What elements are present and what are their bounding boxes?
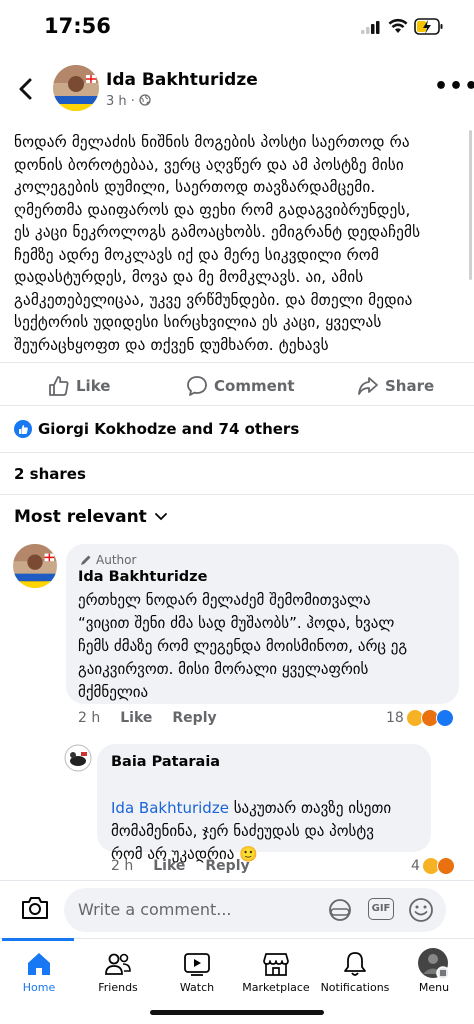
reactions-summary[interactable]: Giorgi Kokhodze and 74 others [14,420,299,438]
post-header: Ida Bakhturidze 3 h · ••• [0,62,474,118]
share-button[interactable]: Share [357,374,434,398]
comment-reactions[interactable]: 18 [386,709,454,727]
post-time: 3 h · [106,94,135,109]
author-avatar[interactable] [53,65,99,111]
comment-reply-button[interactable]: Reply [172,710,216,726]
active-tab-indicator [2,938,74,941]
section-divider [0,494,474,495]
friends-icon [105,953,131,975]
shares-count[interactable]: 2 shares [14,465,86,483]
author-badge-label: Author [96,553,137,567]
share-icon [358,377,378,395]
tab-friends[interactable]: Friends [73,947,163,994]
comment-composer: Write a comment... GIF [0,880,474,938]
reaction-count: 4 [411,858,420,874]
tab-notifications-label: Notifications [320,981,390,994]
comment-bubble[interactable]: Author Ida Bakhturidze ერთხელ ნოდარ მელა… [66,544,459,704]
divider [0,362,474,363]
comment-sort-dropdown[interactable]: Most relevant [14,507,167,527]
section-divider [0,452,474,453]
sort-label: Most relevant [14,507,147,527]
thumbs-up-icon [49,376,69,396]
comment-text: ერთხელ ნოდარ მელაძემ შემომითვალა “ვიცით … [78,591,408,701]
bell-icon [344,952,366,976]
wifi-icon [388,18,408,33]
tab-watch[interactable]: Watch [152,947,242,994]
like-button[interactable]: Like [48,374,110,398]
reply-bubble[interactable]: Baia Pataraia Ida Bakhturidze საკუთარ თა… [97,744,431,863]
like-reaction-icon [14,420,32,438]
back-arrow-icon[interactable] [14,74,38,104]
like-label: Like [76,377,111,395]
reply-text: Ida Bakhturidze საკუთარ თავზე ისეთი მომა… [111,774,425,866]
author-name[interactable]: Ida Bakhturidze [106,70,258,90]
mention-link[interactable]: Ida Bakhturidze [111,799,229,817]
tab-home[interactable]: Home [0,947,84,994]
like-reaction-icon [435,709,454,727]
comment-like-button[interactable]: Like [120,710,152,726]
commenter-name[interactable]: Baia Pataraia [111,754,220,770]
tab-menu-label: Menu [418,981,450,994]
post-meta: 3 h · [106,94,151,109]
comment-reply-button[interactable]: Reply [205,858,249,874]
comment-label: Comment [214,377,295,395]
tab-marketplace[interactable]: Marketplace [231,947,321,994]
tab-watch-label: Watch [179,981,215,994]
comment-button[interactable]: Comment [186,374,295,398]
status-time: 17:56 [44,14,111,38]
tab-home-label: Home [22,981,56,994]
tab-notifications[interactable]: Notifications [310,947,400,994]
pencil-icon [81,555,91,565]
more-options-icon[interactable]: ••• [434,74,474,99]
comment-meta: 2 h Like Reply [78,710,217,726]
author-badge: Author [80,553,136,567]
tab-menu[interactable]: Menu [389,947,474,994]
emoji-icon[interactable] [407,896,435,924]
globe-icon [139,94,151,106]
scrollbar[interactable] [469,130,472,280]
post-text: ნოდარ მელაძის ნიშნის მოგების პოსტი საერთ… [14,133,421,354]
comment-time: 2 h [78,710,101,726]
home-icon [28,953,50,975]
commenter-name[interactable]: Ida Bakhturidze [78,569,207,585]
comment-reactions[interactable]: 4 [411,857,455,875]
gif-icon[interactable]: GIF [368,898,394,920]
menu-avatar-icon [418,948,450,980]
cellular-signal-icon [361,21,380,34]
reactions-text: Giorgi Kokhodze and 74 others [38,420,300,438]
home-indicator[interactable] [150,1010,324,1015]
camera-icon[interactable] [20,895,50,921]
commenter-avatar[interactable] [64,744,92,772]
comment-icon [187,376,207,396]
reaction-count: 18 [386,710,404,726]
tab-friends-label: Friends [98,981,138,994]
tab-marketplace-label: Marketplace [242,981,310,994]
comment-like-button[interactable]: Like [153,858,185,874]
avatar-sticker-icon[interactable] [326,897,354,923]
commenter-avatar[interactable] [13,544,57,588]
watch-icon [184,953,210,976]
marketplace-icon [263,953,289,976]
comment-time: 2 h [111,858,134,874]
comment-placeholder: Write a comment... [78,900,232,919]
chevron-down-icon [154,513,167,521]
comment-input[interactable]: Write a comment... GIF [64,888,446,932]
divider [0,405,474,406]
share-label: Share [385,377,435,395]
angry-reaction-icon [436,857,455,875]
battery-charging-icon [414,18,443,35]
comment-meta: 2 h Like Reply [111,858,250,874]
status-bar: 17:56 [0,0,474,56]
